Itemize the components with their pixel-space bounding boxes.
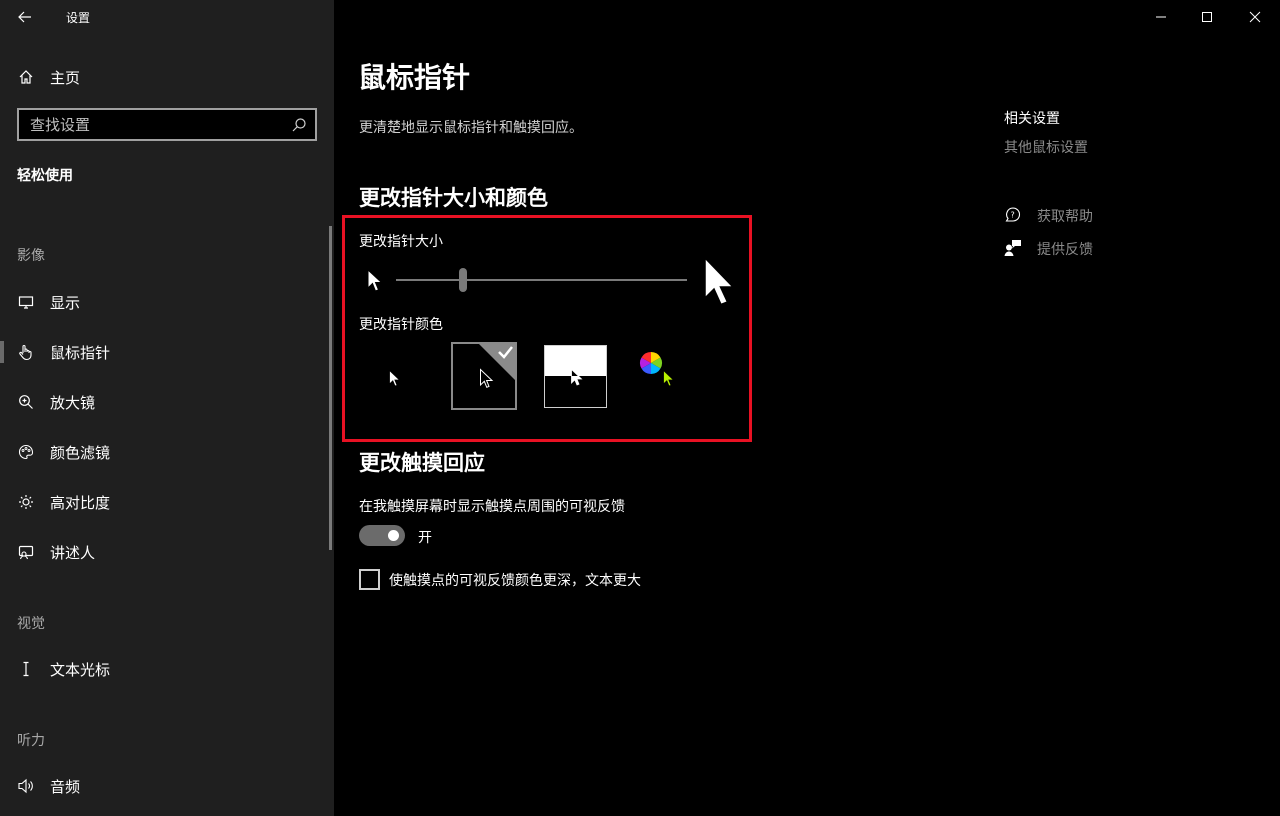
help-chat-icon: ? <box>1005 207 1021 222</box>
sidebar-item-label: 放大镜 <box>50 393 96 412</box>
get-help-link[interactable]: ? 获取帮助 <box>1004 204 1164 226</box>
pointer-color-inverted-option[interactable] <box>544 345 607 408</box>
toggle-knob <box>388 530 399 541</box>
sidebar-item-mouse-pointer[interactable]: 鼠标指针 <box>0 332 334 372</box>
speaker-icon <box>17 777 35 795</box>
touch-feedback-label: 在我触摸屏幕时显示触摸点周围的可视反馈 <box>359 499 625 515</box>
sidebar: 设置 主页 轻松使用 影像 显示 鼠标指针 放大镜 颜色滤镜 <box>0 0 334 816</box>
search-box[interactable] <box>17 108 317 141</box>
maximize-icon <box>1202 12 1212 22</box>
group-label-hearing: 听力 <box>17 733 45 749</box>
hand-pointer-icon <box>17 343 35 361</box>
sidebar-item-text-cursor[interactable]: 文本光标 <box>0 649 334 689</box>
palette-icon <box>17 443 35 461</box>
custom-pointer-icon <box>663 369 675 387</box>
sidebar-item-label: 鼠标指针 <box>50 343 111 362</box>
sun-icon <box>17 493 35 511</box>
pointer-color-black-option[interactable] <box>451 342 517 410</box>
back-arrow-icon <box>18 11 31 23</box>
text-cursor-icon <box>17 660 35 678</box>
group-label-imaging: 影像 <box>17 248 45 264</box>
back-button[interactable] <box>14 6 36 28</box>
pointer-size-slider-thumb[interactable] <box>458 268 467 292</box>
sidebar-item-label: 音频 <box>50 777 81 796</box>
touch-feedback-toggle[interactable] <box>359 525 405 546</box>
magnifier-icon <box>17 393 35 411</box>
give-feedback-label: 提供反馈 <box>1037 242 1093 258</box>
sidebar-item-display[interactable]: 显示 <box>0 282 334 322</box>
sidebar-scrollbar[interactable] <box>329 226 332 550</box>
title-bar: 设置 <box>0 0 334 34</box>
home-icon <box>17 68 35 86</box>
sidebar-item-magnifier[interactable]: 放大镜 <box>0 382 334 422</box>
small-pointer-icon <box>367 268 383 292</box>
app-title: 设置 <box>66 11 91 25</box>
sidebar-item-narrator[interactable]: 讲述人 <box>0 532 334 572</box>
search-icon[interactable] <box>291 117 307 133</box>
minimize-icon <box>1156 16 1166 18</box>
sidebar-item-high-contrast[interactable]: 高对比度 <box>0 482 334 522</box>
sidebar-item-audio[interactable]: 音频 <box>0 766 334 806</box>
inverted-pointer-icon <box>571 368 583 386</box>
sidebar-item-color-filters[interactable]: 颜色滤镜 <box>0 432 334 472</box>
close-icon <box>1249 11 1261 23</box>
sidebar-item-label: 高对比度 <box>50 493 111 512</box>
darker-feedback-checkbox[interactable] <box>359 569 380 590</box>
group-label-vision: 视觉 <box>17 616 45 632</box>
category-heading: 轻松使用 <box>17 168 73 184</box>
color-wheel-icon <box>640 352 662 374</box>
sidebar-item-label: 颜色滤镜 <box>50 443 111 462</box>
get-help-label: 获取帮助 <box>1037 209 1093 225</box>
pointer-color-label: 更改指针颜色 <box>359 317 443 333</box>
size-color-heading: 更改指针大小和颜色 <box>359 186 548 210</box>
close-button[interactable] <box>1232 0 1278 34</box>
sidebar-item-home[interactable]: 主页 <box>0 60 334 94</box>
pointer-size-label: 更改指针大小 <box>359 234 443 250</box>
large-pointer-icon <box>704 256 735 306</box>
maximize-button[interactable] <box>1184 0 1230 34</box>
sidebar-item-label: 文本光标 <box>50 660 111 679</box>
touch-heading: 更改触摸回应 <box>359 451 485 475</box>
pointer-size-slider[interactable] <box>396 279 687 281</box>
related-settings-title: 相关设置 <box>1004 111 1060 127</box>
additional-mouse-settings-link[interactable]: 其他鼠标设置 <box>1004 137 1088 157</box>
feedback-icon <box>1004 240 1021 256</box>
give-feedback-link[interactable]: 提供反馈 <box>1004 237 1164 259</box>
toggle-state-label: 开 <box>418 530 432 546</box>
narrator-icon <box>17 543 35 561</box>
search-input[interactable] <box>19 110 315 139</box>
sidebar-item-label: 显示 <box>50 293 81 312</box>
sidebar-item-label: 讲述人 <box>50 543 96 562</box>
white-pointer-icon <box>389 369 401 387</box>
minimize-button[interactable] <box>1138 0 1184 34</box>
black-pointer-icon <box>480 368 494 388</box>
pointer-color-custom-option[interactable] <box>634 345 682 393</box>
svg-text:?: ? <box>1011 211 1015 220</box>
page-subtitle: 更清楚地显示鼠标指针和触摸回应。 <box>359 120 583 136</box>
page-title: 鼠标指针 <box>358 61 471 94</box>
darker-feedback-label: 使触摸点的可视反馈颜色更深，文本更大 <box>389 573 641 589</box>
pointer-color-white-option[interactable] <box>361 342 427 410</box>
sidebar-item-label: 主页 <box>50 68 81 87</box>
monitor-icon <box>17 293 35 311</box>
